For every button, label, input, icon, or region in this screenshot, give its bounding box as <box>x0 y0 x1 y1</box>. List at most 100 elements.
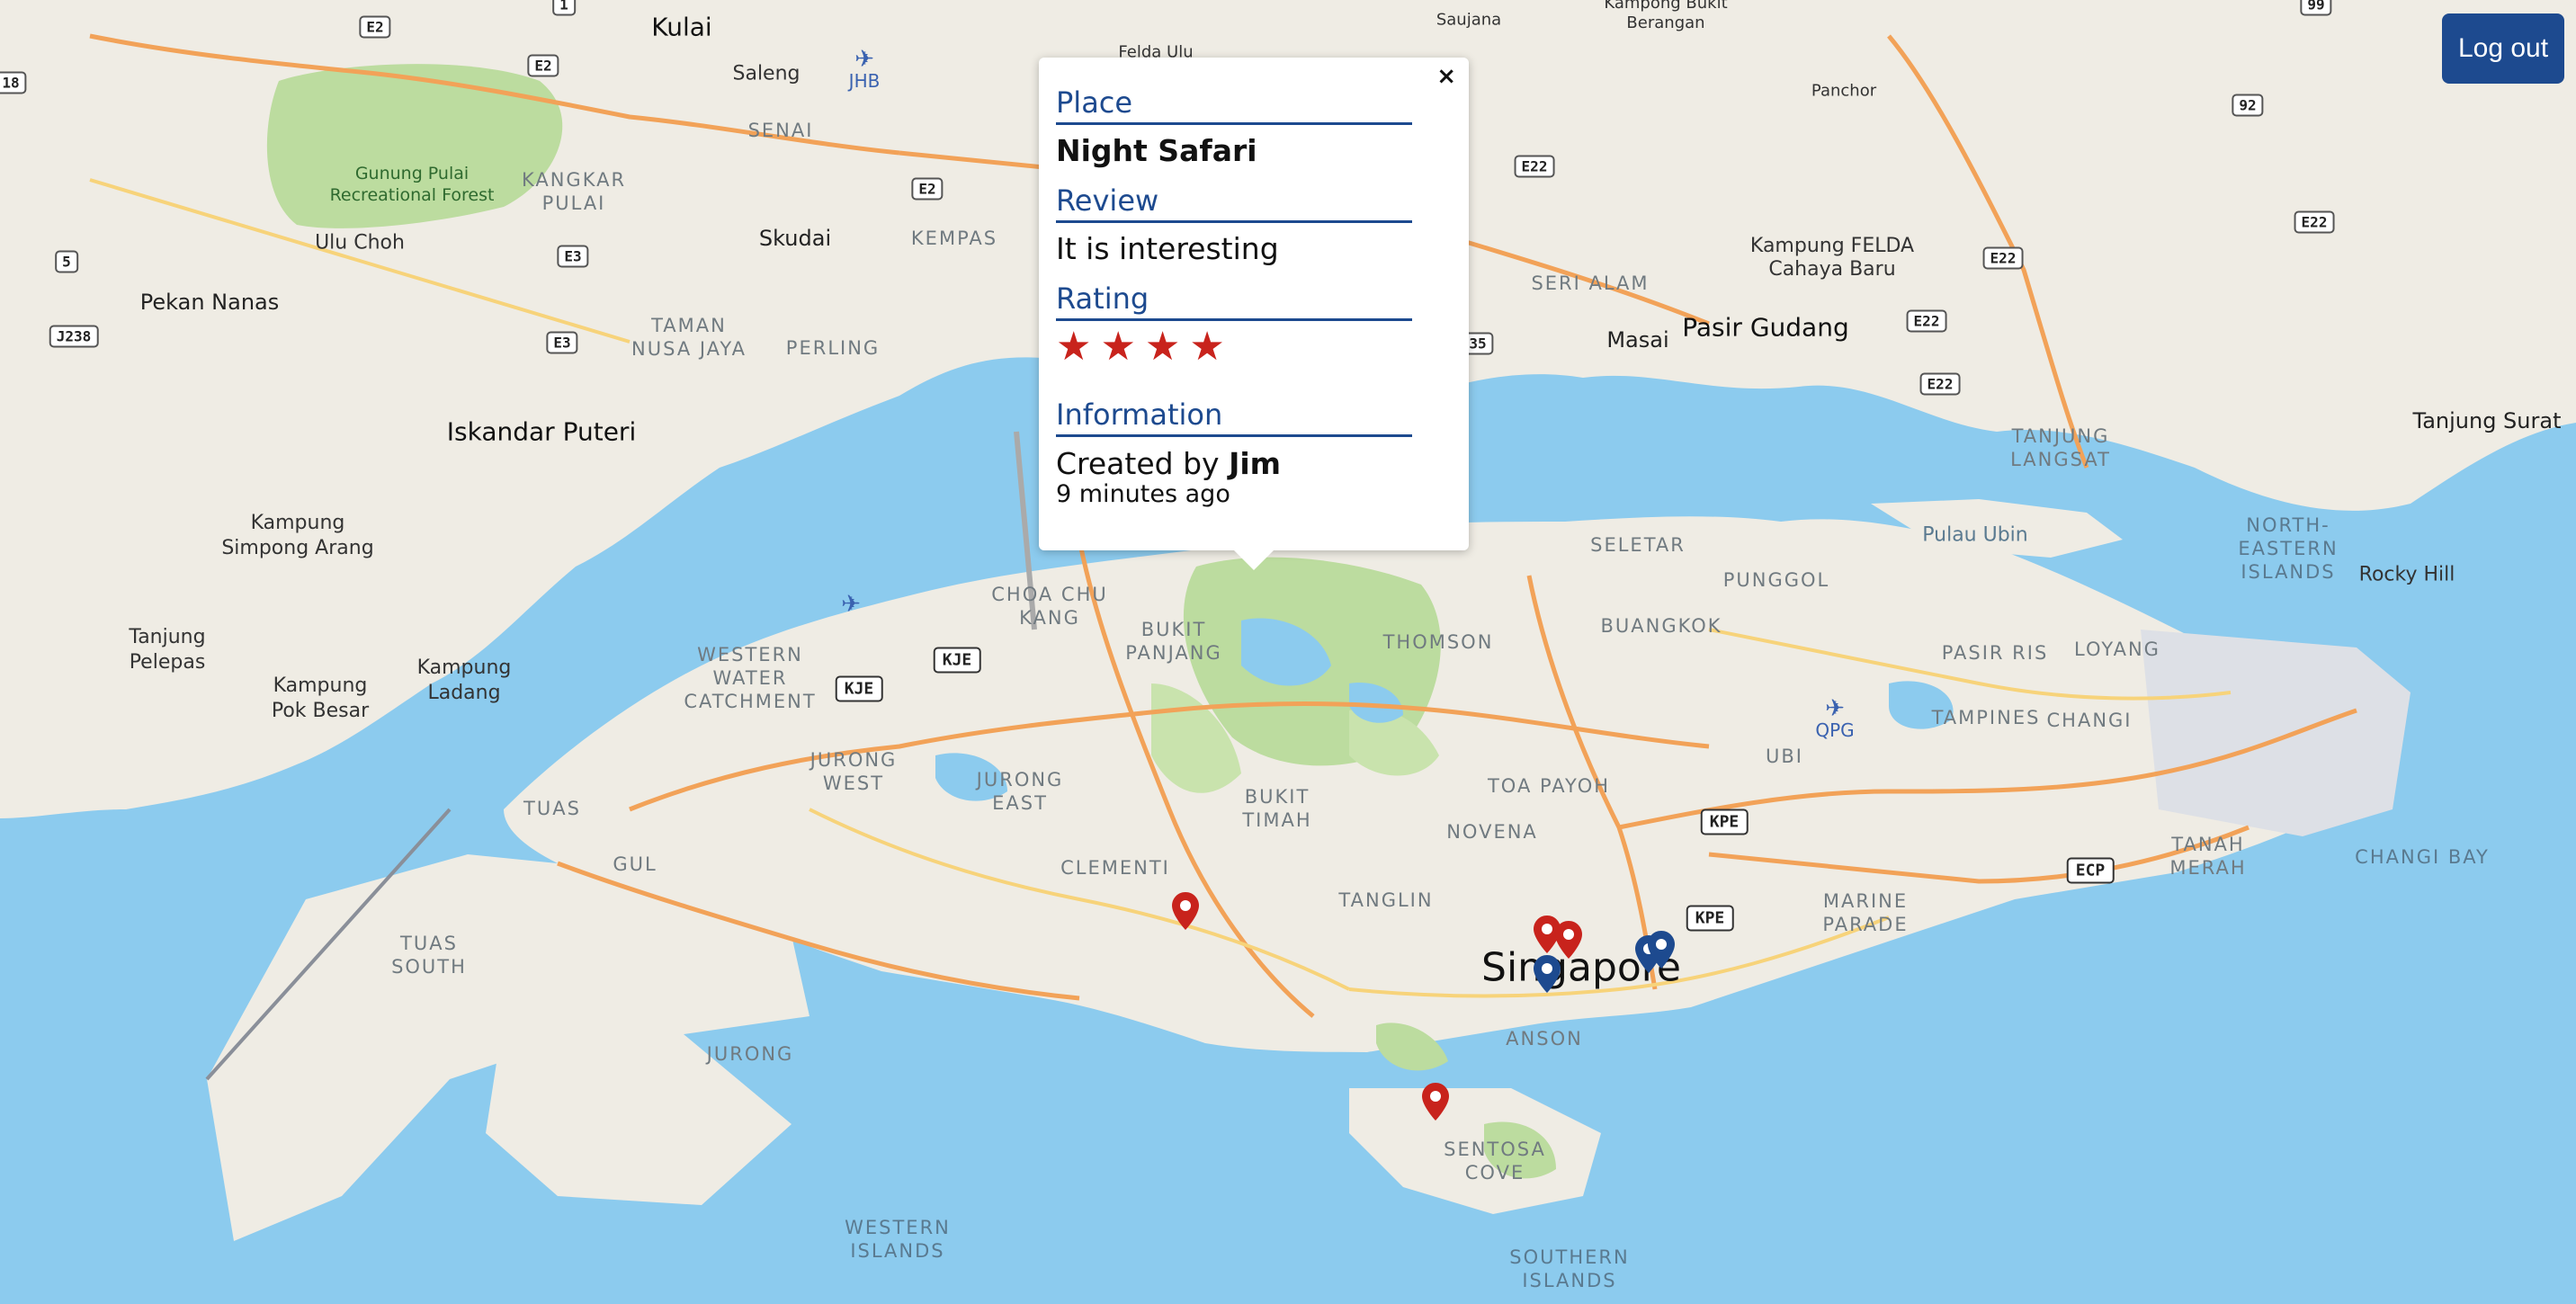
road-shield-e22: E22 <box>1919 372 1961 396</box>
label-tampines: TAMPINES <box>1931 707 2041 728</box>
label-kampung-simpong-arang: Kampung Simpong Arang <box>221 512 374 559</box>
label-marine-parade: MARINE PARADE <box>1822 890 1909 935</box>
map-pin-icon <box>1422 1083 1449 1121</box>
label-kampung-ladang: Kampung Ladang <box>416 656 512 704</box>
label-choa-chu-kang: CHOA CHU KANG <box>991 584 1108 629</box>
airport-qpg: ✈ QPG <box>1815 695 1855 741</box>
label-loyang: LOYANG <box>2074 639 2160 660</box>
airplane-icon: ✈ <box>841 591 861 618</box>
rating-heading: Rating <box>1056 281 1412 321</box>
label-kampong-bukit-berangan: Kampong Bukit Berangan <box>1604 0 1728 32</box>
label-pekan-nanas: Pekan Nanas <box>139 290 280 315</box>
road-shield-e22: E22 <box>1982 246 2024 270</box>
rating-stars: ★ ★ ★ ★ <box>1056 327 1225 367</box>
close-icon[interactable]: × <box>1436 63 1456 90</box>
label-changi-bay: CHANGI BAY <box>2355 846 2490 868</box>
road-shield-kpe: KPE <box>1686 905 1734 932</box>
label-seri-alam: SERI ALAM <box>1531 272 1650 294</box>
created-by: Created by Jim <box>1056 446 1281 482</box>
place-name: Night Safari <box>1056 133 1257 168</box>
label-kulai: Kulai <box>651 12 712 42</box>
label-bukit-panjang: BUKIT PANJANG <box>1125 619 1222 664</box>
review-heading: Review <box>1056 183 1412 223</box>
label-iskandar-puteri: Iskandar Puteri <box>446 416 637 447</box>
label-jurong-west: JURONG WEST <box>809 749 898 794</box>
label-novena: NOVENA <box>1446 821 1538 843</box>
label-bukit-timah: BUKIT TIMAH <box>1242 786 1312 831</box>
road-shield-92: 92 <box>2232 94 2264 117</box>
label-kangkar-pulai: KANGKAR PULAI <box>521 169 627 214</box>
airport-jhb: ✈ JHB <box>848 46 881 92</box>
label-panchor: Panchor <box>1811 81 1877 101</box>
star-icon: ★ <box>1056 324 1092 370</box>
label-jurong: JURONG <box>706 1043 794 1065</box>
airport-code: JHB <box>848 70 881 92</box>
label-perling: PERLING <box>785 337 881 359</box>
label-pasir-gudang: Pasir Gudang <box>1682 312 1849 343</box>
label-saujana: Saujana <box>1436 10 1502 30</box>
label-tanjung-langsat: TANJUNG LANGSAT <box>2010 425 2111 470</box>
airport-marker: ✈ <box>841 591 861 618</box>
airport-code: QPG <box>1815 719 1855 741</box>
place-marker[interactable] <box>1648 931 1675 969</box>
label-southern-islands: SOUTHERN ISLANDS <box>1509 1246 1630 1291</box>
label-anson: ANSON <box>1506 1028 1583 1049</box>
label-ubi: UBI <box>1766 746 1803 767</box>
label-tanglin: TANGLIN <box>1338 889 1434 911</box>
label-sentosa-cove: SENTOSA COVE <box>1444 1139 1546 1183</box>
road-shield-e2: E2 <box>911 177 944 201</box>
logout-button[interactable]: Log out <box>2442 13 2564 84</box>
label-tanjung-pelepas: Tanjung Pelepas <box>129 626 206 674</box>
label-thomson: THOMSON <box>1382 631 1494 653</box>
time-ago: 9 minutes ago <box>1056 480 1230 508</box>
label-changi: CHANGI <box>2046 710 2133 731</box>
road-shield-kpe: KPE <box>1700 808 1749 835</box>
label-tanjung-surat: Tanjung Surat <box>2412 408 2562 433</box>
place-popup: × Place Night Safari Review It is intere… <box>1039 58 1469 570</box>
created-prefix: Created by <box>1056 446 1230 481</box>
label-seletar: SELETAR <box>1590 534 1686 556</box>
road-shield-e22: E22 <box>1514 155 1555 178</box>
label-ulu-choh: Ulu Choh <box>315 231 405 255</box>
review-text: It is interesting <box>1056 231 1279 266</box>
label-saleng: Saleng <box>732 62 801 85</box>
road-shield-kje: KJE <box>933 647 981 674</box>
star-icon: ★ <box>1100 324 1136 370</box>
map-pin-icon <box>1172 892 1199 930</box>
road-shield-1: 1 <box>552 0 576 16</box>
place-marker[interactable] <box>1172 892 1199 930</box>
label-pulau-ubin: Pulau Ubin <box>1922 523 2028 547</box>
label-tuas: TUAS <box>523 798 581 819</box>
label-pasir-ris: PASIR RIS <box>1941 642 2049 664</box>
road-shield-e3: E3 <box>557 245 589 268</box>
road-shield-e2: E2 <box>527 54 559 77</box>
airplane-icon: ✈ <box>1825 695 1845 722</box>
place-heading: Place <box>1056 85 1412 125</box>
star-icon: ★ <box>1144 324 1181 370</box>
road-shield-5: 5 <box>55 250 78 273</box>
road-shield-e2: E2 <box>359 15 391 39</box>
airplane-icon: ✈ <box>854 46 874 73</box>
label-taman-nusa-jaya: TAMAN NUSA JAYA <box>631 315 747 360</box>
label-kampung-pok-besar: Kampung Pok Besar <box>271 674 370 722</box>
road-shield-j238: J238 <box>49 325 99 348</box>
label-kampung-felda: Kampung FELDA Cahaya Baru <box>1749 235 1915 281</box>
place-marker[interactable] <box>1534 955 1561 993</box>
label-north-eastern-islands: NORTH- EASTERN ISLANDS <box>2238 514 2339 583</box>
label-jurong-east: JURONG EAST <box>976 769 1064 814</box>
place-marker[interactable] <box>1422 1083 1449 1121</box>
place-marker[interactable] <box>1555 921 1582 959</box>
map-pin-icon <box>1648 931 1675 969</box>
label-gul: GUL <box>613 853 657 875</box>
road-shield-e3: E3 <box>546 331 578 354</box>
information-heading: Information <box>1056 397 1412 437</box>
label-western-water-catchment: WESTERN WATER CATCHMENT <box>684 644 817 712</box>
map-pin-icon <box>1555 921 1582 959</box>
road-shield-e22: E22 <box>2294 210 2335 234</box>
label-clementi: CLEMENTI <box>1060 857 1170 879</box>
label-western-islands: WESTERN ISLANDS <box>845 1217 951 1262</box>
label-rocky-hill: Rocky Hill <box>2358 563 2455 586</box>
road-shield-18: 18 <box>0 71 27 94</box>
label-punggol: PUNGGOL <box>1722 569 1830 591</box>
star-icon: ★ <box>1189 324 1225 370</box>
